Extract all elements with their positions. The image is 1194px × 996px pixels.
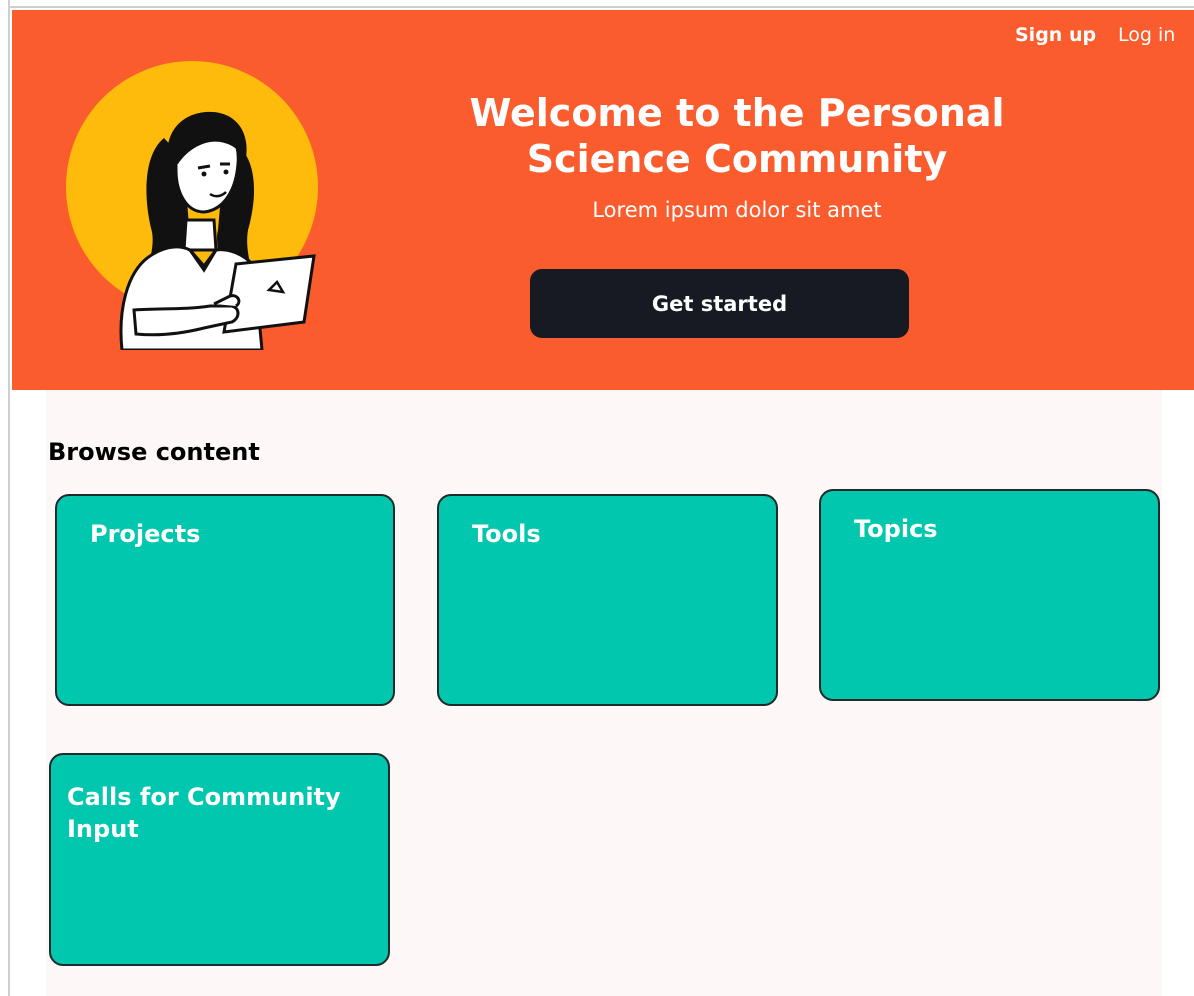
card-label: Topics (854, 515, 938, 543)
top-border (0, 0, 1194, 8)
card-label: Projects (90, 520, 201, 548)
card-label: Calls for Community Input (67, 783, 341, 843)
person-with-laptop-illustration (66, 61, 318, 350)
page: Sign up Log in Welcome to the Personal S… (0, 0, 1194, 996)
hero-banner: Sign up Log in Welcome to the Personal S… (12, 10, 1194, 390)
get-started-button[interactable]: Get started (530, 269, 909, 338)
hero-subtitle: Lorem ipsum dolor sit amet (592, 198, 882, 222)
card-label: Tools (472, 520, 541, 548)
topics-card[interactable]: Topics (819, 489, 1160, 701)
left-border (0, 0, 10, 996)
projects-card[interactable]: Projects (55, 494, 395, 706)
section-title: Browse content (48, 438, 260, 466)
laptop-shape (222, 254, 316, 334)
tools-card[interactable]: Tools (437, 494, 778, 706)
sign-up-link[interactable]: Sign up (1015, 24, 1096, 46)
log-in-link[interactable]: Log in (1118, 24, 1175, 46)
hero-title: Welcome to the Personal Science Communit… (469, 91, 1005, 181)
calls-for-community-input-card[interactable]: Calls for Community Input (49, 753, 390, 966)
